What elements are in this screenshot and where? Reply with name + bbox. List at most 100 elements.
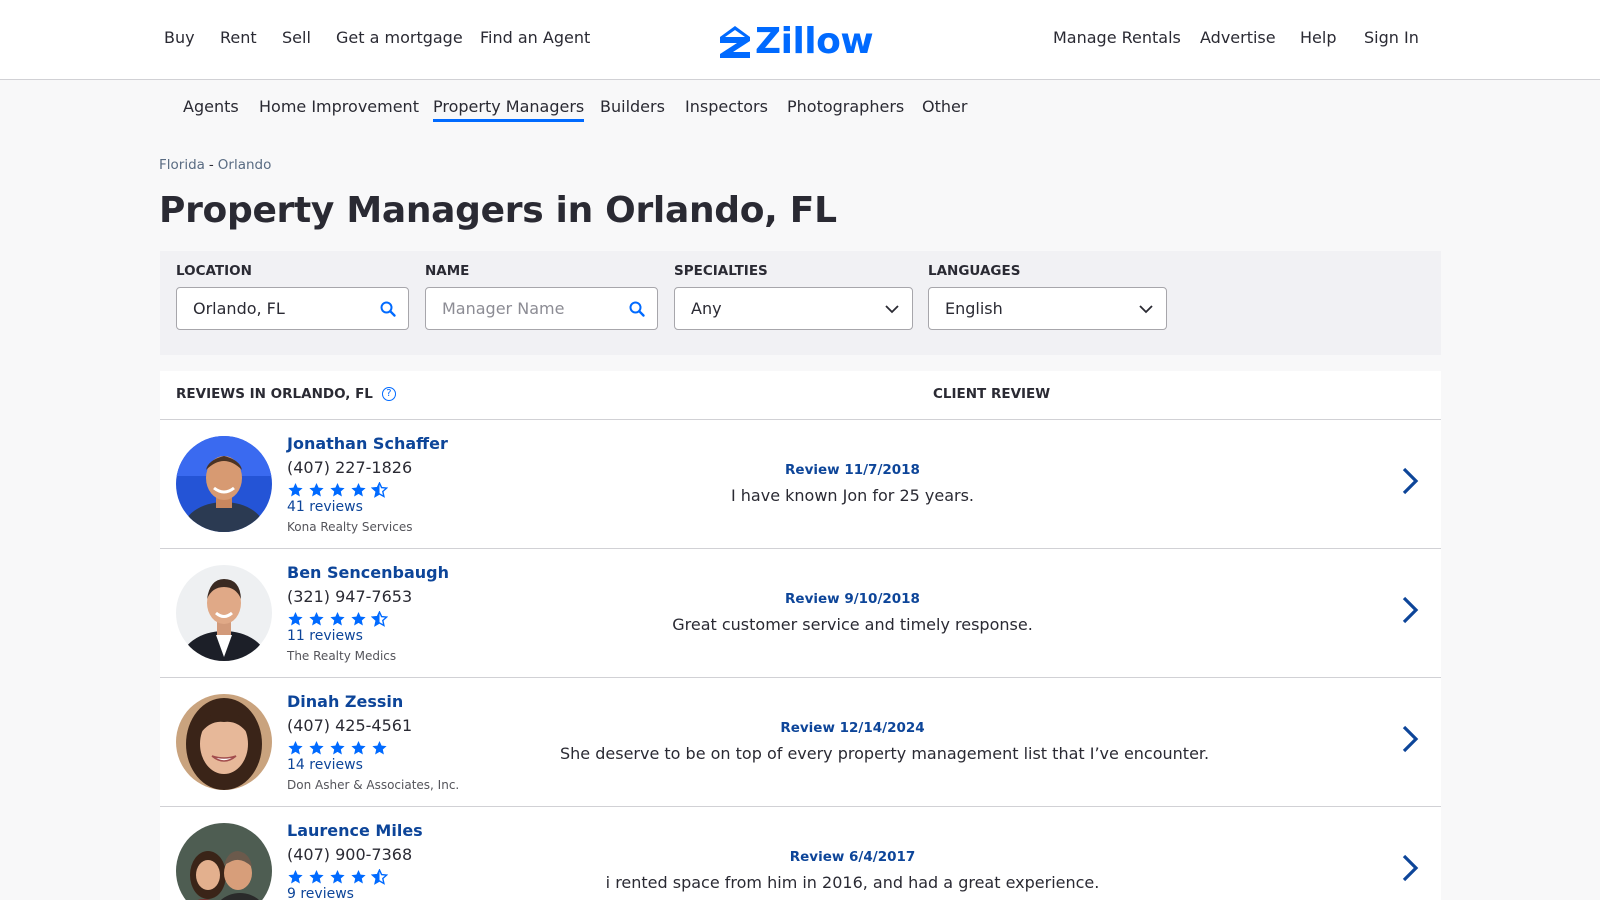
- nav-find-agent-link[interactable]: Find an Agent: [480, 28, 590, 47]
- nav-mortgage-link[interactable]: Get a mortgage: [336, 28, 463, 47]
- review-text: I have known Jon for 25 years.: [730, 486, 975, 505]
- chevron-right-icon[interactable]: [1398, 723, 1422, 755]
- review-count-link[interactable]: 9 reviews: [287, 886, 354, 900]
- agent-phone: (407) 425-4561: [287, 716, 413, 735]
- nav-manage-rentals-link[interactable]: Manage Rentals: [1053, 28, 1181, 47]
- chevron-right-icon[interactable]: [1398, 852, 1422, 884]
- star-full-icon: [309, 612, 324, 626]
- agent-name-link[interactable]: Laurence Miles: [287, 821, 423, 840]
- agent-phone: (321) 947-7653: [287, 587, 413, 606]
- subnav-agents[interactable]: Agents: [183, 97, 239, 119]
- avatar[interactable]: [176, 694, 272, 790]
- star-full-icon: [351, 870, 366, 884]
- reviews-header: REVIEWS IN ORLANDO, FL ?: [176, 386, 396, 402]
- nav-buy-link[interactable]: Buy: [164, 28, 195, 47]
- star-full-icon: [288, 870, 303, 884]
- filter-panel: LOCATION Orlando, FL NAME Manager Name S…: [160, 251, 1441, 355]
- star-full-icon: [330, 612, 345, 626]
- review-date: Review 12/14/2024: [780, 720, 925, 736]
- subnav-home-improvement[interactable]: Home Improvement: [259, 97, 419, 119]
- help-icon[interactable]: ?: [381, 387, 396, 401]
- nav-sell-link[interactable]: Sell: [282, 28, 311, 47]
- star-full-icon: [309, 870, 324, 884]
- star-rating: [287, 740, 388, 756]
- agent-name-link[interactable]: Dinah Zessin: [287, 692, 403, 711]
- company-name: The Realty Medics: [287, 649, 397, 663]
- star-full-icon: [288, 612, 303, 626]
- specialties-label: SPECIALTIES: [674, 263, 768, 279]
- star-full-icon: [351, 612, 366, 626]
- chevron-down-icon: [885, 305, 899, 314]
- star-full-icon: [330, 483, 345, 497]
- review-count-link[interactable]: 14 reviews: [287, 757, 363, 773]
- nav-advertise-link[interactable]: Advertise: [1200, 28, 1276, 47]
- avatar[interactable]: [176, 565, 272, 661]
- results-header: REVIEWS IN ORLANDO, FL ? CLIENT REVIEW: [160, 371, 1441, 420]
- agent-phone: (407) 900-7368: [287, 845, 413, 864]
- review-count-link[interactable]: 11 reviews: [287, 628, 363, 644]
- subnav-inspectors[interactable]: Inspectors: [685, 97, 768, 119]
- star-full-icon: [372, 741, 387, 755]
- review-text: Great customer service and timely respon…: [672, 615, 1033, 634]
- location-input-value: Orlando, FL: [193, 299, 285, 318]
- nav-help-link[interactable]: Help: [1300, 28, 1336, 47]
- table-row[interactable]: Ben Sencenbaugh (321) 947-7653 11 review…: [160, 549, 1441, 678]
- star-rating: [287, 611, 388, 627]
- zillow-logo-icon: [720, 26, 750, 58]
- star-full-icon: [288, 483, 303, 497]
- table-row[interactable]: Dinah Zessin (407) 425-4561 14 reviews D…: [160, 678, 1441, 807]
- subnav-photographers[interactable]: Photographers: [787, 97, 904, 119]
- page-title: Property Managers in Orlando, FL: [159, 190, 837, 231]
- nav-sign-in-link[interactable]: Sign In: [1364, 28, 1419, 47]
- specialties-select[interactable]: Any: [674, 287, 913, 330]
- star-full-icon: [309, 483, 324, 497]
- star-rating: [287, 869, 388, 885]
- company-name: Don Asher & Associates, Inc.: [287, 778, 460, 792]
- location-input[interactable]: Orlando, FL: [176, 287, 409, 330]
- languages-select-value: English: [945, 299, 1003, 318]
- zillow-logo[interactable]: Zillow: [719, 22, 874, 62]
- languages-label: LANGUAGES: [928, 263, 1021, 279]
- table-row[interactable]: Jonathan Schaffer (407) 227-1826 41 revi…: [160, 420, 1441, 549]
- breadcrumb-separator: -: [208, 157, 214, 173]
- client-review-header: CLIENT REVIEW: [933, 386, 1051, 402]
- manager-name-input[interactable]: Manager Name: [425, 287, 658, 330]
- reviews-header-label: REVIEWS IN ORLANDO, FL: [176, 386, 373, 402]
- breadcrumb-city[interactable]: Orlando: [218, 157, 272, 173]
- agent-name-link[interactable]: Ben Sencenbaugh: [287, 563, 449, 582]
- avatar[interactable]: [176, 823, 272, 900]
- review-text: She deserve to be on top of every proper…: [560, 744, 1210, 763]
- company-name: Kona Realty Services: [287, 520, 413, 534]
- table-row[interactable]: Laurence Miles (407) 900-7368 9 reviews …: [160, 807, 1441, 900]
- specialties-select-value: Any: [691, 299, 722, 318]
- review-date: Review 9/10/2018: [785, 591, 920, 607]
- star-half-icon: [371, 482, 388, 498]
- star-full-icon: [288, 741, 303, 755]
- star-full-icon: [309, 741, 324, 755]
- star-rating: [287, 482, 388, 498]
- location-label: LOCATION: [176, 263, 252, 279]
- star-full-icon: [351, 741, 366, 755]
- avatar[interactable]: [176, 436, 272, 532]
- subnav-other[interactable]: Other: [922, 97, 967, 119]
- review-date: Review 6/4/2017: [789, 849, 916, 865]
- subnav-builders[interactable]: Builders: [600, 97, 665, 119]
- subnav-property-managers[interactable]: Property Managers: [433, 97, 585, 122]
- breadcrumb-state[interactable]: Florida: [159, 157, 205, 173]
- chevron-right-icon[interactable]: [1398, 594, 1422, 626]
- manager-name-placeholder: Manager Name: [442, 299, 565, 318]
- star-full-icon: [330, 870, 345, 884]
- breadcrumb: Florida - Orlando: [159, 157, 271, 173]
- chevron-down-icon: [1139, 305, 1153, 314]
- search-icon[interactable]: [628, 300, 646, 318]
- review-date: Review 11/7/2018: [785, 462, 920, 478]
- agent-name-link[interactable]: Jonathan Schaffer: [287, 434, 448, 453]
- top-nav: Buy Rent Sell Get a mortgage Find an Age…: [0, 0, 1600, 80]
- star-full-icon: [351, 483, 366, 497]
- agent-phone: (407) 227-1826: [287, 458, 413, 477]
- chevron-right-icon[interactable]: [1398, 465, 1422, 497]
- languages-select[interactable]: English: [928, 287, 1167, 330]
- review-count-link[interactable]: 41 reviews: [287, 499, 363, 515]
- nav-rent-link[interactable]: Rent: [220, 28, 257, 47]
- search-icon[interactable]: [379, 300, 397, 318]
